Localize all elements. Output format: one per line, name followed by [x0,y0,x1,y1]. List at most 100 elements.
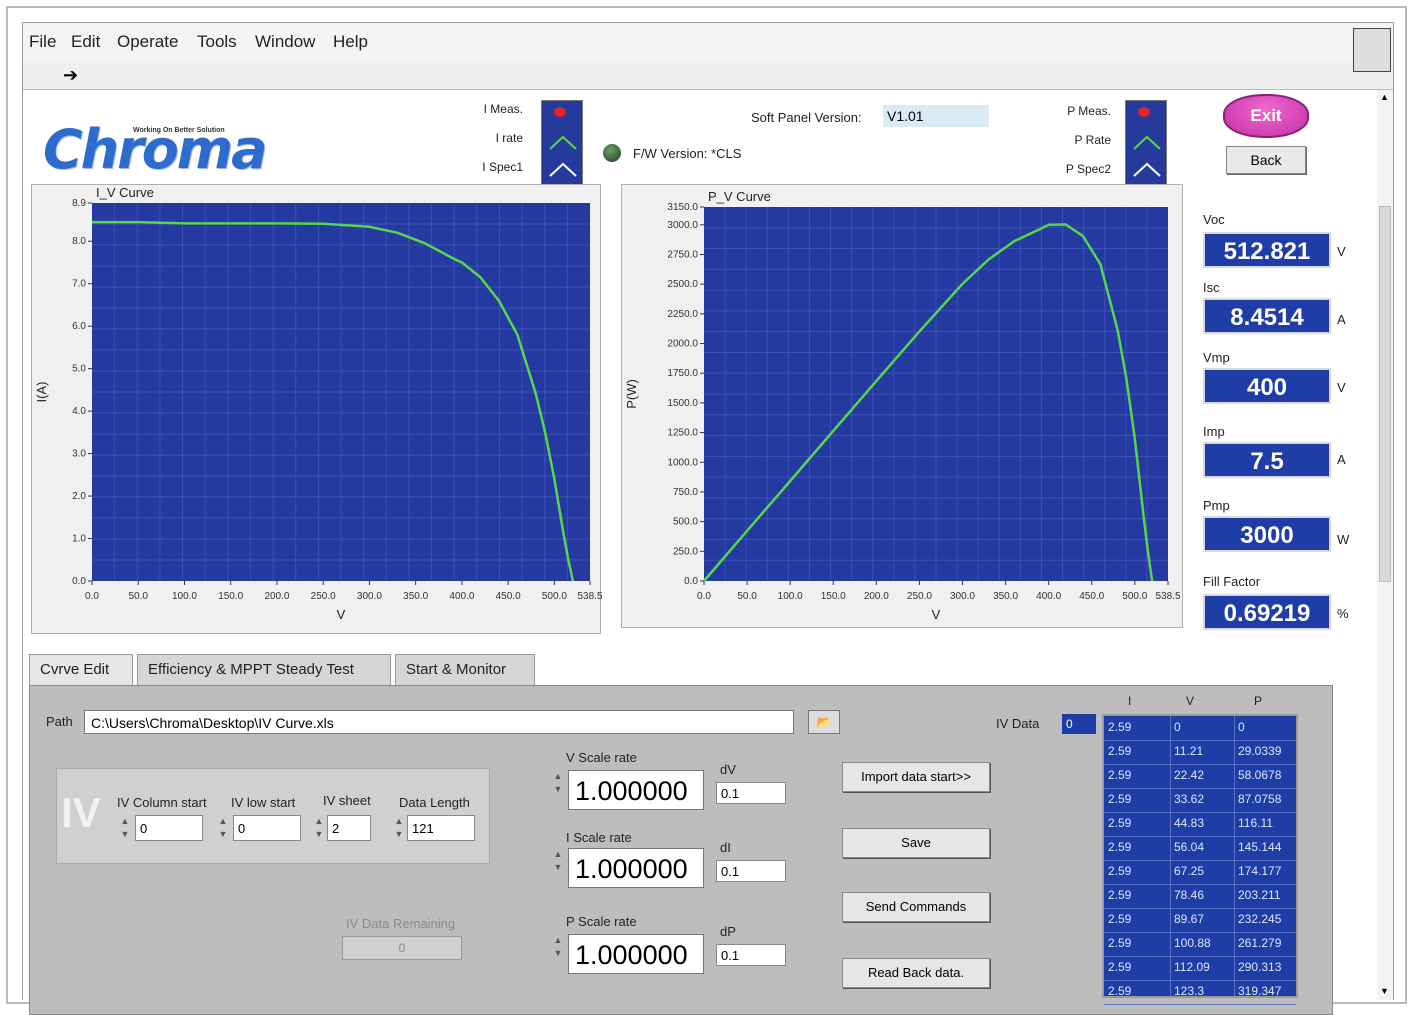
cell-v: 33.62 [1174,792,1205,806]
scroll-thumb[interactable] [1379,206,1391,582]
white-chevron-swatch [546,158,578,180]
cell-i: 2.59 [1108,744,1132,758]
voc-label: Voc [1203,212,1225,227]
menu-edit[interactable]: Edit [71,32,100,52]
spinner-icon[interactable]: ▲ ▼ [313,815,325,841]
y-tick-label: 500.0 [673,517,698,528]
back-button[interactable]: Back [1226,146,1306,174]
table-row: 2.59 100.88 261.279 [1104,932,1296,957]
send-commands-button[interactable]: Send Commands [842,892,990,922]
iv-chart-svg: 0.0 50.0 100.0 150.0 200.0 250.0 300.0 350.0 400… [34,185,602,622]
col-header-v: V [1186,694,1195,708]
iv-data-label: IV Data [996,716,1040,731]
tab-curve-edit[interactable]: Cvrve Edit [29,654,133,688]
spinner-icon[interactable]: ▲ ▼ [552,934,564,960]
x-tick-label: 200.0 [864,591,889,602]
iv-data-index[interactable]: 0 [1062,714,1096,734]
dp-input[interactable]: 0.1 [716,944,786,966]
p-scale-input[interactable]: 1.000000 [568,934,704,974]
read-back-data-button[interactable]: Read Back data. [842,958,990,988]
legend-i-meas: I Meas. [483,102,523,116]
x-tick-label: 350.0 [993,591,1018,602]
cell-i: 2.59 [1108,840,1132,854]
tab-efficiency-mppt[interactable]: Efficiency & MPPT Steady Test [137,654,391,686]
menu-window[interactable]: Window [255,32,315,52]
iv-sheet-input[interactable]: 2 [327,815,371,841]
scroll-down-icon[interactable]: ▼ [1380,986,1389,996]
spinner-icon[interactable]: ▲ ▼ [119,815,131,841]
x-axis-label: V [337,607,346,622]
spinner-icon[interactable]: ▲ ▼ [393,815,405,841]
cell-p: 87.0758 [1238,792,1282,806]
spinner-icon[interactable]: ▲ ▼ [552,848,564,874]
table-row: 2.59 44.83 116.11 [1104,812,1296,837]
browse-folder-icon[interactable]: 📂 [808,710,840,734]
menu-operate[interactable]: Operate [117,32,178,52]
y-tick-label: 750.0 [673,487,698,498]
x-tick-label: 250.0 [907,591,932,602]
run-arrow-icon[interactable]: ➔ [63,65,78,86]
y-tick-label: 1250.0 [667,428,698,439]
x-tick-label: 538.5 [577,591,602,602]
menu-file[interactable]: File [29,32,56,52]
soft-panel-label: Soft Panel Version: [751,110,862,125]
fill-factor-value: 0.69219 [1203,594,1331,630]
spinner-icon[interactable]: ▲ ▼ [217,815,229,841]
iv-data-table[interactable]: 2.59 0 0 2.59 11.21 29.0339 2.59 22.42 58.0678 2.… [1102,714,1298,1005]
x-tick-label: 100.0 [778,591,803,602]
cell-v: 100.88 [1174,936,1211,950]
spinner-icon[interactable]: ▲ ▼ [552,770,564,796]
x-tick-label: 0.0 [85,591,99,602]
x-tick-label: 250.0 [311,591,336,602]
isc-value: 8.4514 [1203,298,1331,334]
cell-v: 11.21 [1174,744,1204,758]
x-axis-label: V [932,607,941,622]
toolbar: ➔ [23,61,1393,90]
exit-button[interactable]: Exit [1223,94,1309,138]
iv-data-remaining-value: 0 [342,936,462,960]
x-tick-label: 538.5 [1155,591,1180,602]
table-row: 2.59 78.46 203.211 [1104,884,1296,909]
table-row: 2.59 67.25 174.177 [1104,860,1296,885]
red-dot-swatch [546,103,576,125]
front-panel: Chroma Working On Better Solution I Meas… [23,90,1393,1015]
cell-p: 116.11 [1238,816,1273,830]
dp-label: dP [720,924,736,939]
iv-low-start-input[interactable]: 0 [233,815,301,841]
cell-i: 2.59 [1108,984,1132,998]
i-scale-input[interactable]: 1.000000 [568,848,704,888]
menu-bar: File Edit Operate Tools Window Help [23,23,1393,61]
dv-input[interactable]: 0.1 [716,782,786,804]
y-tick-label: 2250.0 [667,309,698,320]
cell-i: 2.59 [1108,960,1132,974]
x-tick-label: 300.0 [950,591,975,602]
save-button[interactable]: Save [842,828,990,858]
y-tick-label: 2750.0 [667,249,698,260]
legend-i-rate: I rate [495,131,523,145]
import-data-start-button[interactable]: Import data start>> [842,762,990,792]
data-length-input[interactable]: 121 [407,815,475,841]
iv-column-start-label: IV Column start [117,795,207,810]
table-row: 2.59 22.42 58.0678 [1104,764,1296,789]
di-input[interactable]: 0.1 [716,860,786,882]
vertical-scrollbar[interactable]: ▲ ▼ [1377,90,1393,1000]
tab-start-monitor[interactable]: Start & Monitor [395,654,535,686]
v-scale-input[interactable]: 1.000000 [568,770,704,810]
fw-led-indicator [603,144,621,162]
x-tick-label: 300.0 [357,591,382,602]
menu-help[interactable]: Help [333,32,368,52]
isc-unit: A [1337,312,1346,327]
path-input[interactable]: C:\Users\Chroma\Desktop\IV Curve.xls [84,710,794,734]
iv-column-start-input[interactable]: 0 [135,815,203,841]
x-tick-label: 150.0 [218,591,243,602]
cell-i: 2.59 [1108,912,1132,926]
pmp-label: Pmp [1203,498,1230,513]
imp-value: 7.5 [1203,442,1331,478]
table-row: 2.59 0 0 [1104,716,1296,741]
menu-tools[interactable]: Tools [197,32,237,52]
x-tick-label: 200.0 [264,591,289,602]
table-row: 2.59 11.21 29.0339 [1104,740,1296,765]
scroll-up-icon[interactable]: ▲ [1380,92,1389,102]
iv-sheet-label: IV sheet [323,793,371,808]
table-row: 2.59 112.09 290.313 [1104,956,1296,981]
